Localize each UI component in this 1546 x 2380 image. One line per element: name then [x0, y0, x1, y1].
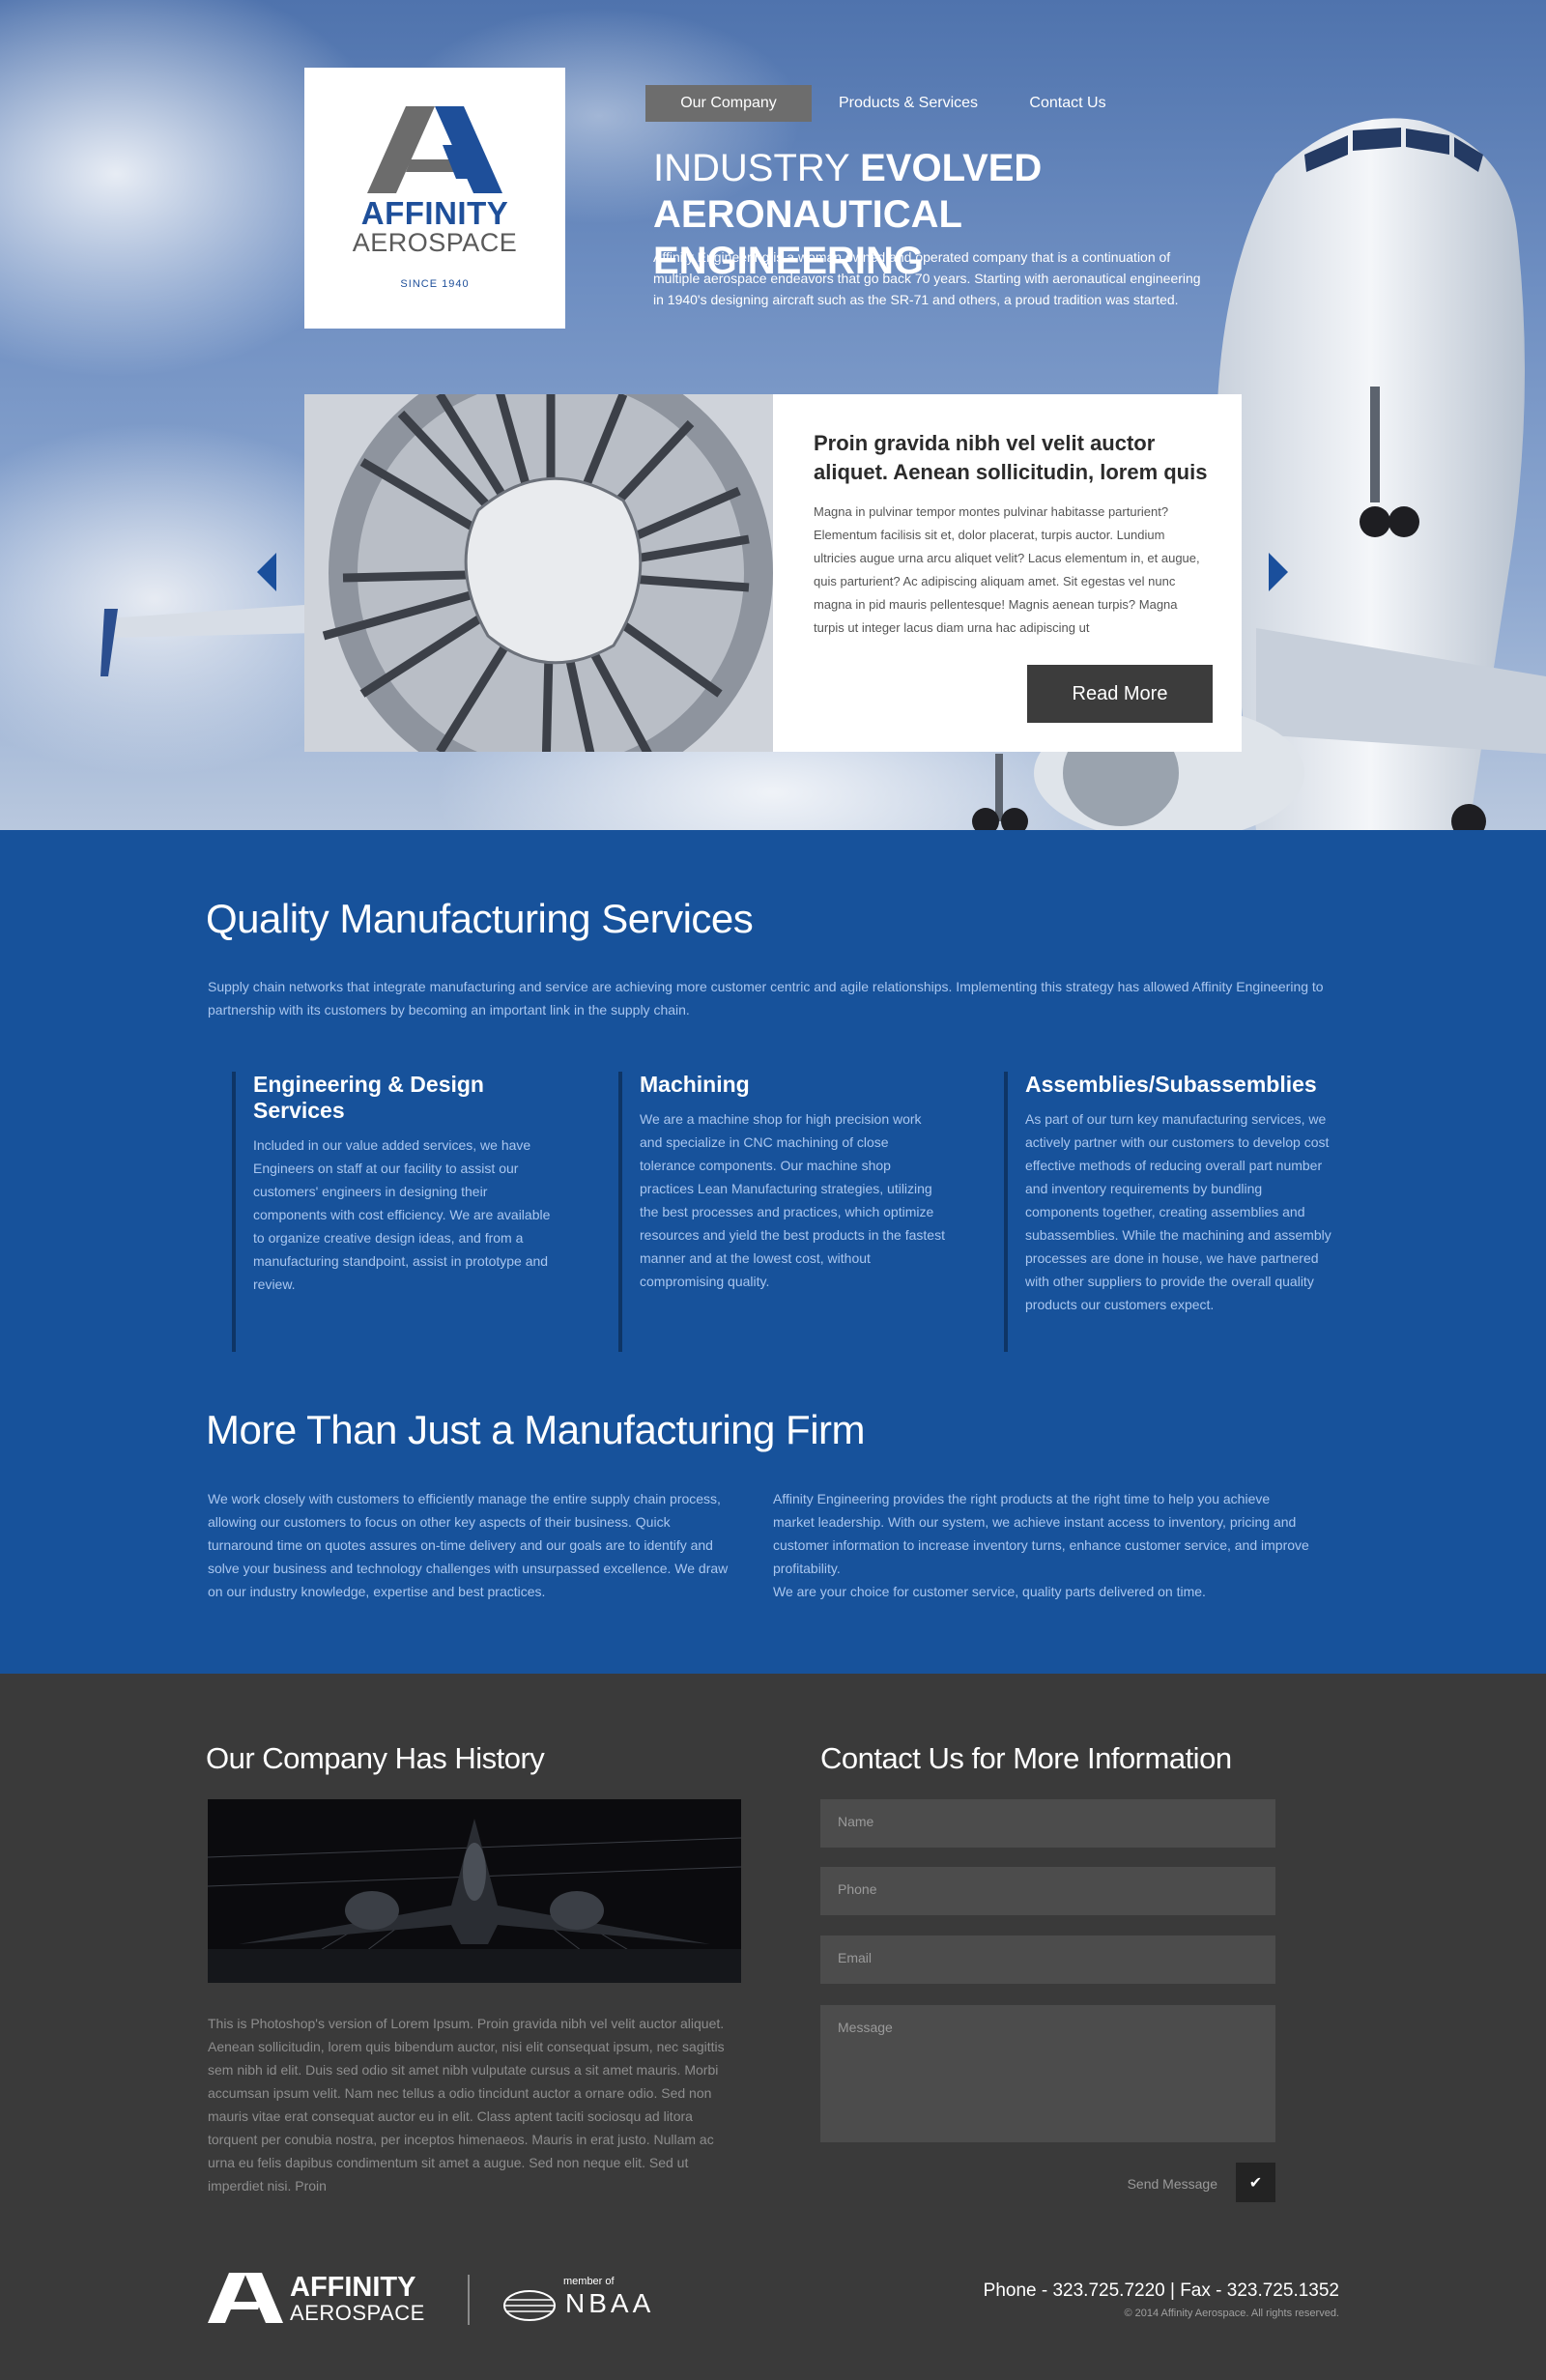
contact-title: Contact Us for More Information: [820, 1741, 1232, 1775]
phone-fax: Phone - 323.725.7220 | Fax - 323.725.135…: [983, 2280, 1339, 2301]
send-message-button[interactable]: ✔: [1236, 2163, 1275, 2202]
service-column-engineering: Engineering & Design Services Included i…: [232, 1072, 560, 1352]
hero-title-bold: EVOLVED: [860, 147, 1043, 189]
nbaa-logo-text: NBAA: [565, 2288, 655, 2318]
name-field[interactable]: Name: [820, 1799, 1275, 1848]
more-left-text: We work closely with customers to effici…: [208, 1491, 729, 1599]
logo-subtitle: AEROSPACE: [352, 228, 518, 257]
copyright: © 2014 Affinity Aerospace. All rights re…: [1124, 2308, 1339, 2319]
footer-section: Our Company Has History This is Photosho…: [0, 1674, 1546, 2380]
service-column-assemblies: Assemblies/Subassemblies As part of our …: [1004, 1072, 1332, 1352]
phone-field[interactable]: Phone: [820, 1867, 1275, 1915]
footer-logo-icon: [208, 2273, 283, 2323]
service-title: Assemblies/Subassemblies: [1025, 1072, 1317, 1097]
services-section: Quality Manufacturing Services Supply ch…: [0, 830, 1546, 1674]
slider-card: Proin gravida nibh vel velit auctor aliq…: [773, 394, 1242, 752]
service-title: Machining: [640, 1072, 750, 1097]
member-of-label: member of: [563, 2276, 615, 2287]
nav-products-services[interactable]: Products & Services: [821, 85, 995, 122]
slider-prev-button[interactable]: [257, 553, 276, 591]
turbine-image: [304, 394, 773, 752]
footer-divider: [468, 2275, 470, 2325]
footer-brand-name: AFFINITY: [290, 2272, 416, 2303]
read-more-button[interactable]: Read More: [1027, 665, 1213, 723]
nav-our-company[interactable]: Our Company: [645, 85, 812, 122]
more-title: More Than Just a Manufacturing Firm: [206, 1407, 866, 1452]
slider-image: [304, 394, 773, 752]
sr71-image: [208, 1799, 741, 1983]
nbaa-globe-icon: [503, 2290, 556, 2321]
arrow-right-icon: [1269, 553, 1288, 591]
service-column-machining: Machining We are a machine shop for high…: [618, 1072, 947, 1352]
arrow-left-icon: [257, 553, 276, 591]
message-field[interactable]: Message: [820, 2005, 1275, 2142]
quality-title: Quality Manufacturing Services: [206, 896, 754, 941]
service-text: Included in our value added services, we…: [253, 1137, 551, 1292]
more-right-text: Affinity Engineering provides the right …: [773, 1487, 1314, 1603]
more-right-paragraph: Affinity Engineering provides the right …: [773, 1491, 1309, 1576]
more-right-tagline: We are your choice for customer service,…: [773, 1584, 1206, 1599]
logo[interactable]: AFFINITY AEROSPACE SINCE 1940: [304, 68, 565, 329]
logo-since: SINCE 1940: [400, 278, 470, 290]
history-title: Our Company Has History: [206, 1741, 545, 1775]
hero-title-thin: INDUSTRY: [653, 147, 861, 189]
service-text: As part of our turn key manufacturing se…: [1025, 1111, 1331, 1312]
service-text: We are a machine shop for high precision…: [640, 1111, 945, 1289]
affinity-logo-icon: [367, 106, 502, 193]
footer-brand-sub: AEROSPACE: [290, 2301, 425, 2325]
slide-title: Proin gravida nibh vel velit auctor aliq…: [814, 431, 1208, 484]
quality-intro: Supply chain networks that integrate man…: [208, 979, 1324, 1018]
jet-photo: [208, 1799, 741, 1983]
nav-contact-us[interactable]: Contact Us: [1005, 85, 1131, 122]
service-title: Engineering & Design Services: [253, 1072, 484, 1123]
slide-body: Magna in pulvinar tempor montes pulvinar…: [814, 504, 1200, 635]
checkmark-icon: ✔: [1248, 2173, 1263, 2192]
hero-section: AFFINITY AEROSPACE SINCE 1940 Our Compan…: [0, 0, 1546, 830]
slider-next-button[interactable]: [1269, 553, 1288, 591]
history-text: This is Photoshop's version of Lorem Ips…: [208, 2016, 725, 2194]
logo-title: AFFINITY: [360, 195, 509, 231]
hero-description: Affinity Engineering is a woman owned an…: [653, 249, 1201, 307]
email-field[interactable]: Email: [820, 1936, 1275, 1984]
send-message-label[interactable]: Send Message: [1102, 2176, 1217, 2192]
